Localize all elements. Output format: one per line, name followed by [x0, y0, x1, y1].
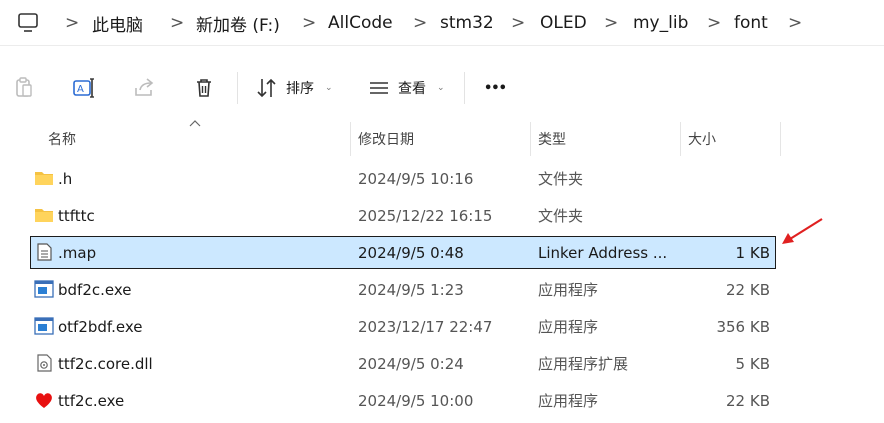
toolbar-divider — [237, 72, 238, 104]
address-bar[interactable]: > 此电脑 > 新加卷 (F:) > AllCode > stm32 > OLE… — [0, 0, 884, 46]
breadcrumb-separator[interactable]: > — [302, 0, 316, 46]
folder-icon — [35, 172, 53, 185]
file-row[interactable]: ttf2c.exe 2024/9/5 10:00 应用程序 22 KB — [30, 384, 776, 417]
file-date: 2024/9/5 0:48 — [358, 243, 464, 262]
rename-icon[interactable]: A — [72, 76, 96, 100]
paste-icon[interactable] — [12, 76, 36, 100]
file-row[interactable]: otf2bdf.exe 2023/12/17 22:47 应用程序 356 KB — [30, 310, 776, 343]
breadcrumb-separator[interactable]: > — [413, 0, 427, 46]
file-date: 2024/9/5 0:24 — [358, 354, 464, 373]
file-name: .h — [58, 169, 73, 188]
annotation-arrow-icon — [782, 218, 823, 244]
file-date: 2023/12/17 22:47 — [358, 317, 493, 336]
column-divider[interactable] — [530, 122, 531, 156]
file-size: 1 KB — [735, 243, 770, 262]
file-date: 2024/9/5 10:16 — [358, 169, 474, 188]
sort-icon[interactable] — [256, 76, 280, 100]
heart-icon — [36, 393, 52, 408]
exe-icon — [34, 317, 54, 335]
file-row[interactable]: .h 2024/9/5 10:16 文件夹 — [30, 162, 776, 195]
header-size[interactable]: 大小 — [688, 122, 716, 156]
file-name: otf2bdf.exe — [58, 317, 143, 336]
toolbar-divider — [464, 72, 465, 104]
breadcrumb-drive[interactable]: 新加卷 (F:) — [196, 0, 280, 46]
file-row[interactable]: ttf2c.core.dll 2024/9/5 0:24 应用程序扩展 5 KB — [30, 347, 776, 380]
breadcrumb-separator[interactable]: > — [788, 0, 802, 46]
breadcrumb-separator[interactable]: > — [65, 0, 79, 46]
file-name: .map — [58, 243, 97, 262]
file-type: 应用程序 — [538, 281, 599, 299]
file-type: 文件夹 — [538, 170, 584, 188]
file-name: ttf2c.core.dll — [58, 354, 153, 373]
file-type: 文件夹 — [538, 207, 584, 225]
file-row-selected[interactable]: .map 2024/9/5 0:48 Linker Address ... 1 … — [30, 236, 776, 269]
view-button[interactable]: 查看 — [398, 77, 426, 99]
file-name: bdf2c.exe — [58, 280, 132, 299]
breadcrumb-my-lib[interactable]: my_lib — [633, 0, 688, 46]
file-name: ttf2c.exe — [58, 391, 125, 410]
share-icon[interactable] — [132, 76, 156, 100]
header-name[interactable]: 名称 — [48, 122, 76, 156]
file-type: 应用程序 — [538, 392, 599, 410]
file-date: 2024/9/5 10:00 — [358, 391, 474, 410]
file-date: 2025/12/22 16:15 — [358, 206, 493, 225]
file-type: Linker Address ... — [538, 243, 668, 262]
folder-icon — [35, 209, 53, 222]
breadcrumb-allcode[interactable]: AllCode — [328, 0, 393, 46]
column-headers: 名称 修改日期 类型 大小 — [0, 122, 884, 156]
header-date[interactable]: 修改日期 — [358, 122, 414, 156]
computer-icon[interactable] — [17, 13, 39, 33]
view-icon[interactable] — [367, 76, 391, 100]
header-type[interactable]: 类型 — [538, 122, 566, 156]
column-divider[interactable] — [350, 122, 351, 156]
file-size: 22 KB — [726, 391, 770, 410]
breadcrumb-oled[interactable]: OLED — [540, 0, 587, 46]
chevron-down-icon: ⌄ — [325, 83, 333, 93]
file-row[interactable]: ttfttc 2025/12/22 16:15 文件夹 — [30, 199, 776, 232]
svg-text:A: A — [77, 84, 84, 95]
breadcrumb-separator[interactable]: > — [170, 0, 184, 46]
file-date: 2024/9/5 1:23 — [358, 280, 464, 299]
chevron-down-icon: ⌄ — [437, 83, 445, 93]
file-name: ttfttc — [58, 206, 95, 225]
column-divider[interactable] — [680, 122, 681, 156]
file-type: 应用程序 — [538, 318, 599, 336]
document-icon — [37, 243, 52, 261]
breadcrumb-font[interactable]: font — [734, 0, 768, 46]
breadcrumb-separator[interactable]: > — [604, 0, 618, 46]
dll-icon — [37, 354, 52, 372]
more-options-button[interactable]: ••• — [484, 77, 507, 99]
file-type: 应用程序扩展 — [538, 355, 629, 373]
command-bar: A 排序 ⌄ 查看 ⌄ ••• — [0, 58, 884, 118]
sort-button[interactable]: 排序 — [286, 77, 314, 99]
file-row[interactable]: bdf2c.exe 2024/9/5 1:23 应用程序 22 KB — [30, 273, 776, 306]
breadcrumb-separator[interactable]: > — [511, 0, 525, 46]
delete-icon[interactable] — [192, 76, 216, 100]
file-size: 5 KB — [735, 354, 770, 373]
file-size: 356 KB — [716, 317, 770, 336]
breadcrumb-separator[interactable]: > — [707, 0, 721, 46]
exe-icon — [34, 280, 54, 298]
divider — [0, 45, 884, 46]
file-size: 22 KB — [726, 280, 770, 299]
column-divider[interactable] — [780, 122, 781, 156]
breadcrumb-this-pc[interactable]: 此电脑 — [92, 0, 143, 46]
breadcrumb-stm32[interactable]: stm32 — [440, 0, 494, 46]
